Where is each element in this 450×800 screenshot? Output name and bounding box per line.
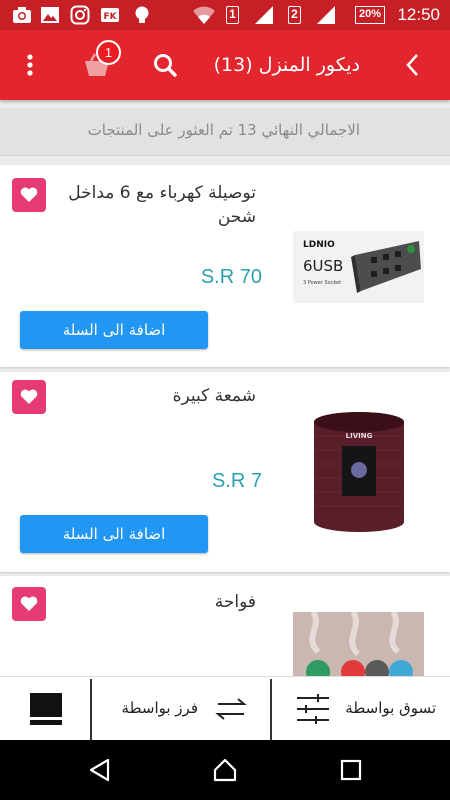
view-mode-icon[interactable] bbox=[28, 691, 64, 727]
favorite-heart-button[interactable] bbox=[12, 587, 46, 621]
product-price: S.R 70 bbox=[200, 266, 262, 288]
system-nav-bar bbox=[0, 740, 450, 800]
heart-icon bbox=[20, 389, 38, 404]
search-icon[interactable] bbox=[152, 52, 178, 78]
status-bar: FK 1 2 20% 12:50 bbox=[0, 0, 450, 30]
product-image[interactable] bbox=[293, 612, 424, 676]
product-card[interactable]: شمعة كبيرة LIVING S.R 7 اضافة الى السلة bbox=[0, 372, 450, 572]
wifi-icon bbox=[193, 6, 215, 24]
add-to-cart-button[interactable]: اضافة الى السلة bbox=[20, 515, 208, 553]
divider bbox=[270, 679, 272, 741]
image-caption-text: 6USB bbox=[303, 257, 343, 275]
product-image[interactable]: LIVING bbox=[312, 406, 406, 536]
image-brand-text: LIVING bbox=[346, 432, 373, 440]
divider bbox=[90, 679, 92, 741]
product-image[interactable]: LDNIO 6USB 3 Power Socket bbox=[293, 231, 424, 303]
product-name[interactable]: فواحة bbox=[56, 590, 256, 614]
battery-indicator: 20% bbox=[355, 6, 385, 24]
clock: 12:50 bbox=[397, 5, 440, 24]
bulb-icon bbox=[135, 6, 149, 23]
results-summary-text: الاجمالي النهائي 13 تم العثور على المنتج… bbox=[87, 121, 360, 139]
product-card[interactable]: توصيلة كهرباء مع 6 مداخل شحن LDNIO 6USB … bbox=[0, 165, 450, 367]
instagram-icon bbox=[70, 5, 90, 25]
image-sub-text: 3 Power Socket bbox=[303, 280, 341, 286]
app-bar: ديكور المنزل (13) 1 bbox=[0, 30, 450, 100]
heart-icon bbox=[20, 596, 38, 611]
image-brand-text: LDNIO bbox=[303, 240, 335, 250]
sort-by-label[interactable]: فرز بواسطة bbox=[122, 699, 198, 717]
camera-icon bbox=[13, 7, 31, 23]
page-title: ديكور المنزل (13) bbox=[213, 54, 360, 76]
product-card[interactable]: فواحة bbox=[0, 576, 450, 686]
favorite-heart-button[interactable] bbox=[12, 178, 46, 212]
recent-apps-icon[interactable] bbox=[339, 758, 363, 782]
heart-icon bbox=[20, 187, 38, 202]
shop-by-label[interactable]: تسوق بواسطة bbox=[345, 699, 436, 717]
gallery-icon bbox=[41, 7, 59, 23]
more-options-icon[interactable] bbox=[20, 52, 40, 78]
svg-text:FK: FK bbox=[103, 12, 117, 22]
product-price: S.R 7 bbox=[211, 470, 262, 492]
results-summary: الاجمالي النهائي 13 تم العثور على المنتج… bbox=[0, 108, 450, 156]
signal-icon-2 bbox=[317, 6, 335, 24]
sim1-indicator: 1 bbox=[226, 6, 239, 24]
signal-icon bbox=[255, 6, 273, 24]
bottom-filter-bar: فرز بواسطة تسوق بواسطة bbox=[0, 676, 450, 741]
product-name[interactable]: توصيلة كهرباء مع 6 مداخل شحن bbox=[56, 181, 256, 229]
back-chevron-icon[interactable] bbox=[400, 52, 426, 78]
app-notification-icon: FK bbox=[101, 8, 119, 22]
back-triangle-icon[interactable] bbox=[87, 757, 113, 783]
home-icon[interactable] bbox=[212, 757, 238, 783]
product-name[interactable]: شمعة كبيرة bbox=[56, 384, 256, 408]
sim2-indicator: 2 bbox=[288, 6, 301, 24]
filter-sliders-icon[interactable] bbox=[296, 693, 330, 725]
cart-count-badge: 1 bbox=[96, 40, 121, 65]
add-to-cart-button[interactable]: اضافة الى السلة bbox=[20, 311, 208, 349]
sort-arrows-icon[interactable] bbox=[214, 697, 248, 721]
favorite-heart-button[interactable] bbox=[12, 380, 46, 414]
